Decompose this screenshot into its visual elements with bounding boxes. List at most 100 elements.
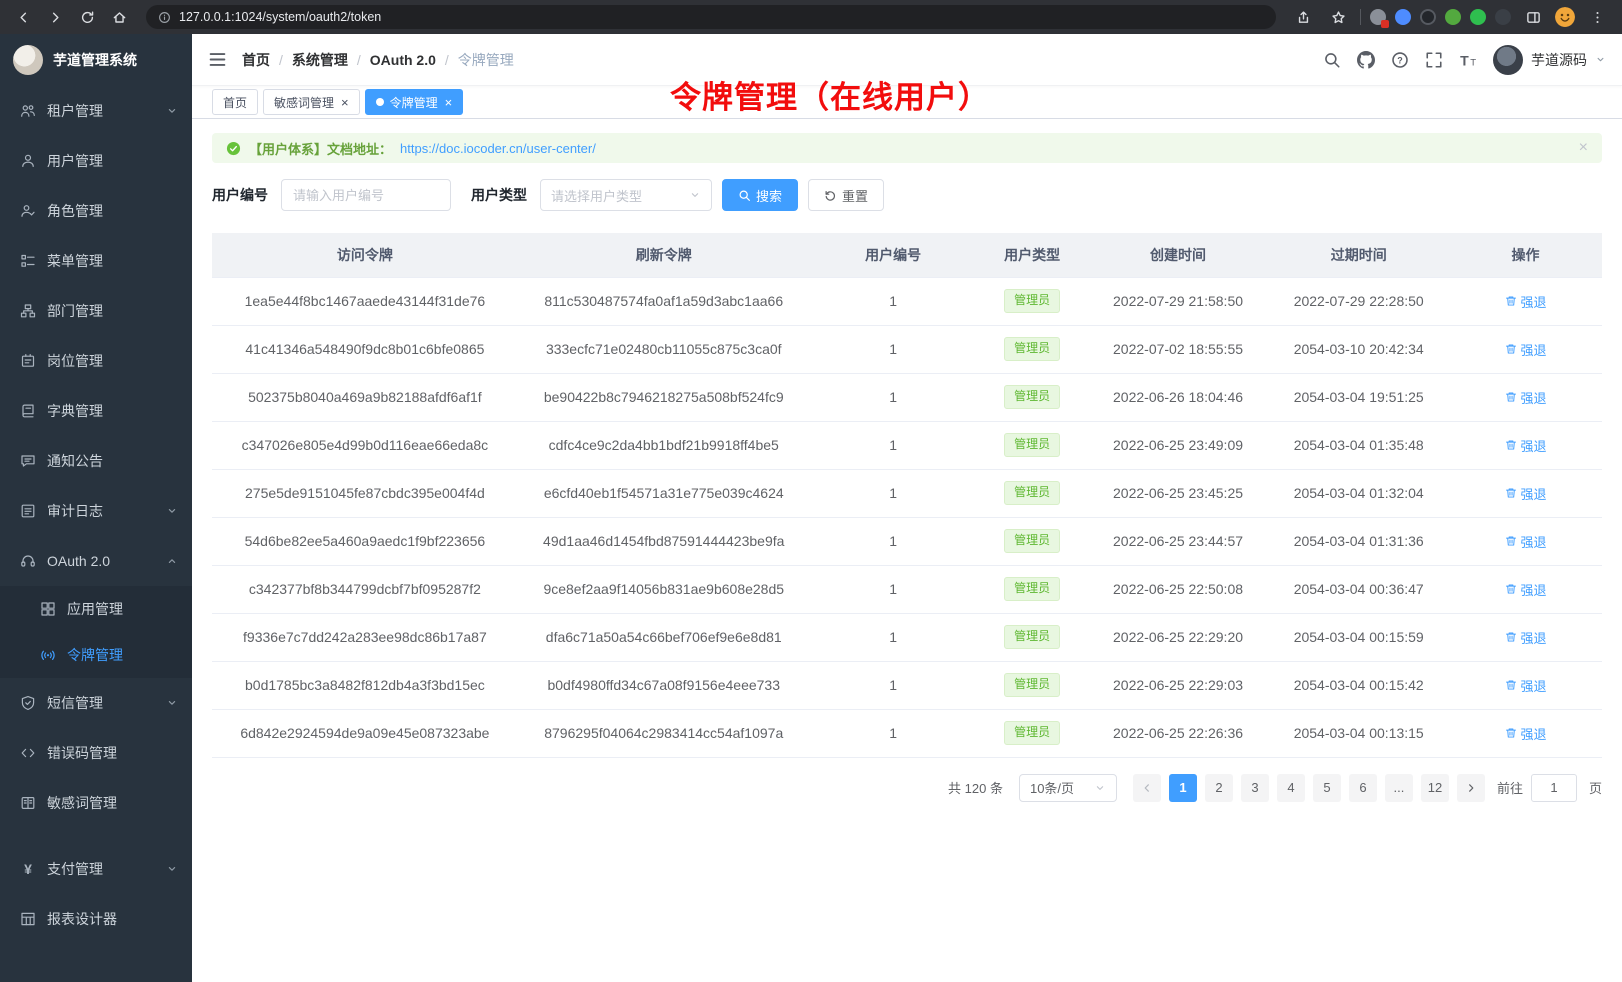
sidebar-item-notice[interactable]: 通知公告 [0, 436, 192, 486]
font-size-icon[interactable]: TT [1459, 51, 1477, 69]
force-logout-button[interactable]: 强退 [1505, 340, 1547, 359]
force-logout-button[interactable]: 强退 [1505, 292, 1547, 311]
browser-menu-icon[interactable] [1584, 4, 1610, 30]
pagination-prev-button[interactable] [1133, 774, 1161, 802]
sidebar-item-dept[interactable]: 部门管理 [0, 286, 192, 336]
table-row: 275e5de9151045fe87cbdc395e004f4de6cfd40e… [212, 469, 1602, 517]
tab-close-icon[interactable]: × [341, 96, 349, 109]
table-row: 6d842e2924594de9a09e45e087323abe8796295f… [212, 709, 1602, 757]
sidebar-item-report[interactable]: 报表设计器 [0, 894, 192, 944]
extension-icon-2[interactable] [1395, 9, 1411, 25]
pagination-page[interactable]: 2 [1205, 774, 1233, 802]
force-logout-button[interactable]: 强退 [1505, 532, 1547, 551]
sidebar-item-sms[interactable]: 短信管理 [0, 678, 192, 728]
goto-page-input[interactable] [1531, 774, 1577, 802]
breadcrumb-separator: / [279, 52, 283, 68]
sidebar-item-dict[interactable]: 字典管理 [0, 386, 192, 436]
sidebar-item-menu[interactable]: 菜单管理 [0, 236, 192, 286]
force-logout-button[interactable]: 强退 [1505, 724, 1547, 743]
back-icon[interactable] [10, 4, 36, 30]
tab[interactable]: 首页 [212, 89, 258, 115]
refresh-token-cell: e6cfd40eb1f54571a31e775e039c4624 [518, 469, 810, 517]
reload-icon[interactable] [74, 4, 100, 30]
breadcrumb-separator: / [357, 52, 361, 68]
extension-icon-6[interactable] [1495, 9, 1511, 25]
doc-link[interactable]: https://doc.iocoder.cn/user-center/ [400, 141, 596, 156]
sidebar-item-tenant[interactable]: 租户管理 [0, 86, 192, 136]
tab[interactable]: 敏感词管理× [263, 89, 360, 115]
success-check-icon [226, 141, 241, 156]
breadcrumb-item[interactable]: OAuth 2.0 [370, 52, 436, 68]
pagination-page[interactable]: 4 [1277, 774, 1305, 802]
refresh-token-cell: 333ecfc71e02480cb11055c875c3ca0f [518, 325, 810, 373]
sidebar-item-pay[interactable]: ¥支付管理 [0, 844, 192, 894]
site-info-icon[interactable] [158, 11, 171, 24]
sidebar-item-label: OAuth 2.0 [47, 553, 110, 569]
sidebar-item-label: 部门管理 [47, 301, 103, 321]
github-icon[interactable] [1357, 51, 1375, 69]
search-button-label: 搜索 [756, 186, 782, 205]
force-logout-button[interactable]: 强退 [1505, 580, 1547, 599]
pagination-page[interactable]: 1 [1169, 774, 1197, 802]
force-logout-button[interactable]: 强退 [1505, 436, 1547, 455]
sidebar-item-label: 敏感词管理 [47, 793, 117, 813]
pagination-page[interactable]: 3 [1241, 774, 1269, 802]
tab[interactable]: 令牌管理× [365, 89, 464, 115]
share-icon[interactable] [1290, 4, 1316, 30]
post-icon [20, 353, 36, 369]
address-bar[interactable]: 127.0.0.1:1024/system/oauth2/token [146, 5, 1276, 29]
sidebar-item-oauth2[interactable]: OAuth 2.0 [0, 536, 192, 586]
force-logout-button[interactable]: 强退 [1505, 484, 1547, 503]
breadcrumb-item[interactable]: 首页 [242, 50, 270, 70]
force-logout-button[interactable]: 强退 [1505, 388, 1547, 407]
browser-chrome: 127.0.0.1:1024/system/oauth2/token [0, 0, 1622, 34]
breadcrumb-item[interactable]: 系统管理 [292, 50, 348, 70]
sidebar-item-errcode[interactable]: 错误码管理 [0, 728, 192, 778]
extension-icon-5[interactable] [1470, 9, 1486, 25]
reset-button[interactable]: 重置 [808, 179, 884, 211]
extension-icon-4[interactable] [1445, 9, 1461, 25]
refresh-token-cell: be90422b8c7946218275a508bf524fc9 [518, 373, 810, 421]
user-id-cell: 1 [810, 709, 977, 757]
alert-text: 【用户体系】文档地址： [249, 139, 392, 158]
sidebar-item-audit[interactable]: 审计日志 [0, 486, 192, 536]
user-type-select[interactable]: 请选择用户类型 [540, 179, 712, 211]
app-logo[interactable]: 芋道管理系统 [0, 34, 192, 86]
alert-close-icon[interactable]: × [1579, 140, 1588, 156]
pagination-more[interactable]: ... [1385, 774, 1413, 802]
force-logout-label: 强退 [1521, 484, 1547, 503]
force-logout-button[interactable]: 强退 [1505, 628, 1547, 647]
search-button[interactable]: 搜索 [722, 179, 798, 211]
pagination-next-button[interactable] [1457, 774, 1485, 802]
bookmark-star-icon[interactable] [1325, 4, 1351, 30]
sidebar-item-sensitive[interactable]: 敏感词管理 [0, 778, 192, 828]
extension-badge [1381, 20, 1389, 28]
created-at-cell: 2022-07-29 21:58:50 [1088, 277, 1269, 325]
user-menu[interactable]: 芋道源码 [1493, 45, 1606, 75]
browser-profile-avatar[interactable] [1555, 7, 1575, 27]
sidebar-item-post[interactable]: 岗位管理 [0, 336, 192, 386]
sidebar-item-oauth2-app[interactable]: 应用管理 [0, 586, 192, 632]
expires-at-cell: 2054-03-04 01:32:04 [1268, 469, 1449, 517]
extension-icon-3[interactable] [1420, 9, 1436, 25]
user-id-input[interactable] [281, 179, 451, 211]
help-icon[interactable]: ? [1391, 51, 1409, 69]
pagination-page[interactable]: 5 [1313, 774, 1341, 802]
fullscreen-icon[interactable] [1425, 51, 1443, 69]
pagination-page[interactable]: 12 [1421, 774, 1449, 802]
force-logout-label: 强退 [1521, 676, 1547, 695]
pagination-page[interactable]: 6 [1349, 774, 1377, 802]
search-icon[interactable] [1323, 51, 1341, 69]
tab-group-icon[interactable] [1520, 4, 1546, 30]
forward-icon[interactable] [42, 4, 68, 30]
sidebar-item-role[interactable]: 角色管理 [0, 186, 192, 236]
home-icon[interactable] [106, 4, 132, 30]
sidebar-item-oauth2-token[interactable]: 令牌管理 [0, 632, 192, 678]
extension-icon-1[interactable] [1370, 9, 1386, 25]
hamburger-icon[interactable] [208, 50, 227, 69]
sidebar-item-user[interactable]: 用户管理 [0, 136, 192, 186]
force-logout-button[interactable]: 强退 [1505, 676, 1547, 695]
tab-close-icon[interactable]: × [445, 96, 453, 109]
expires-at-cell: 2054-03-04 00:13:15 [1268, 709, 1449, 757]
page-size-select[interactable]: 10条/页 [1019, 774, 1117, 802]
